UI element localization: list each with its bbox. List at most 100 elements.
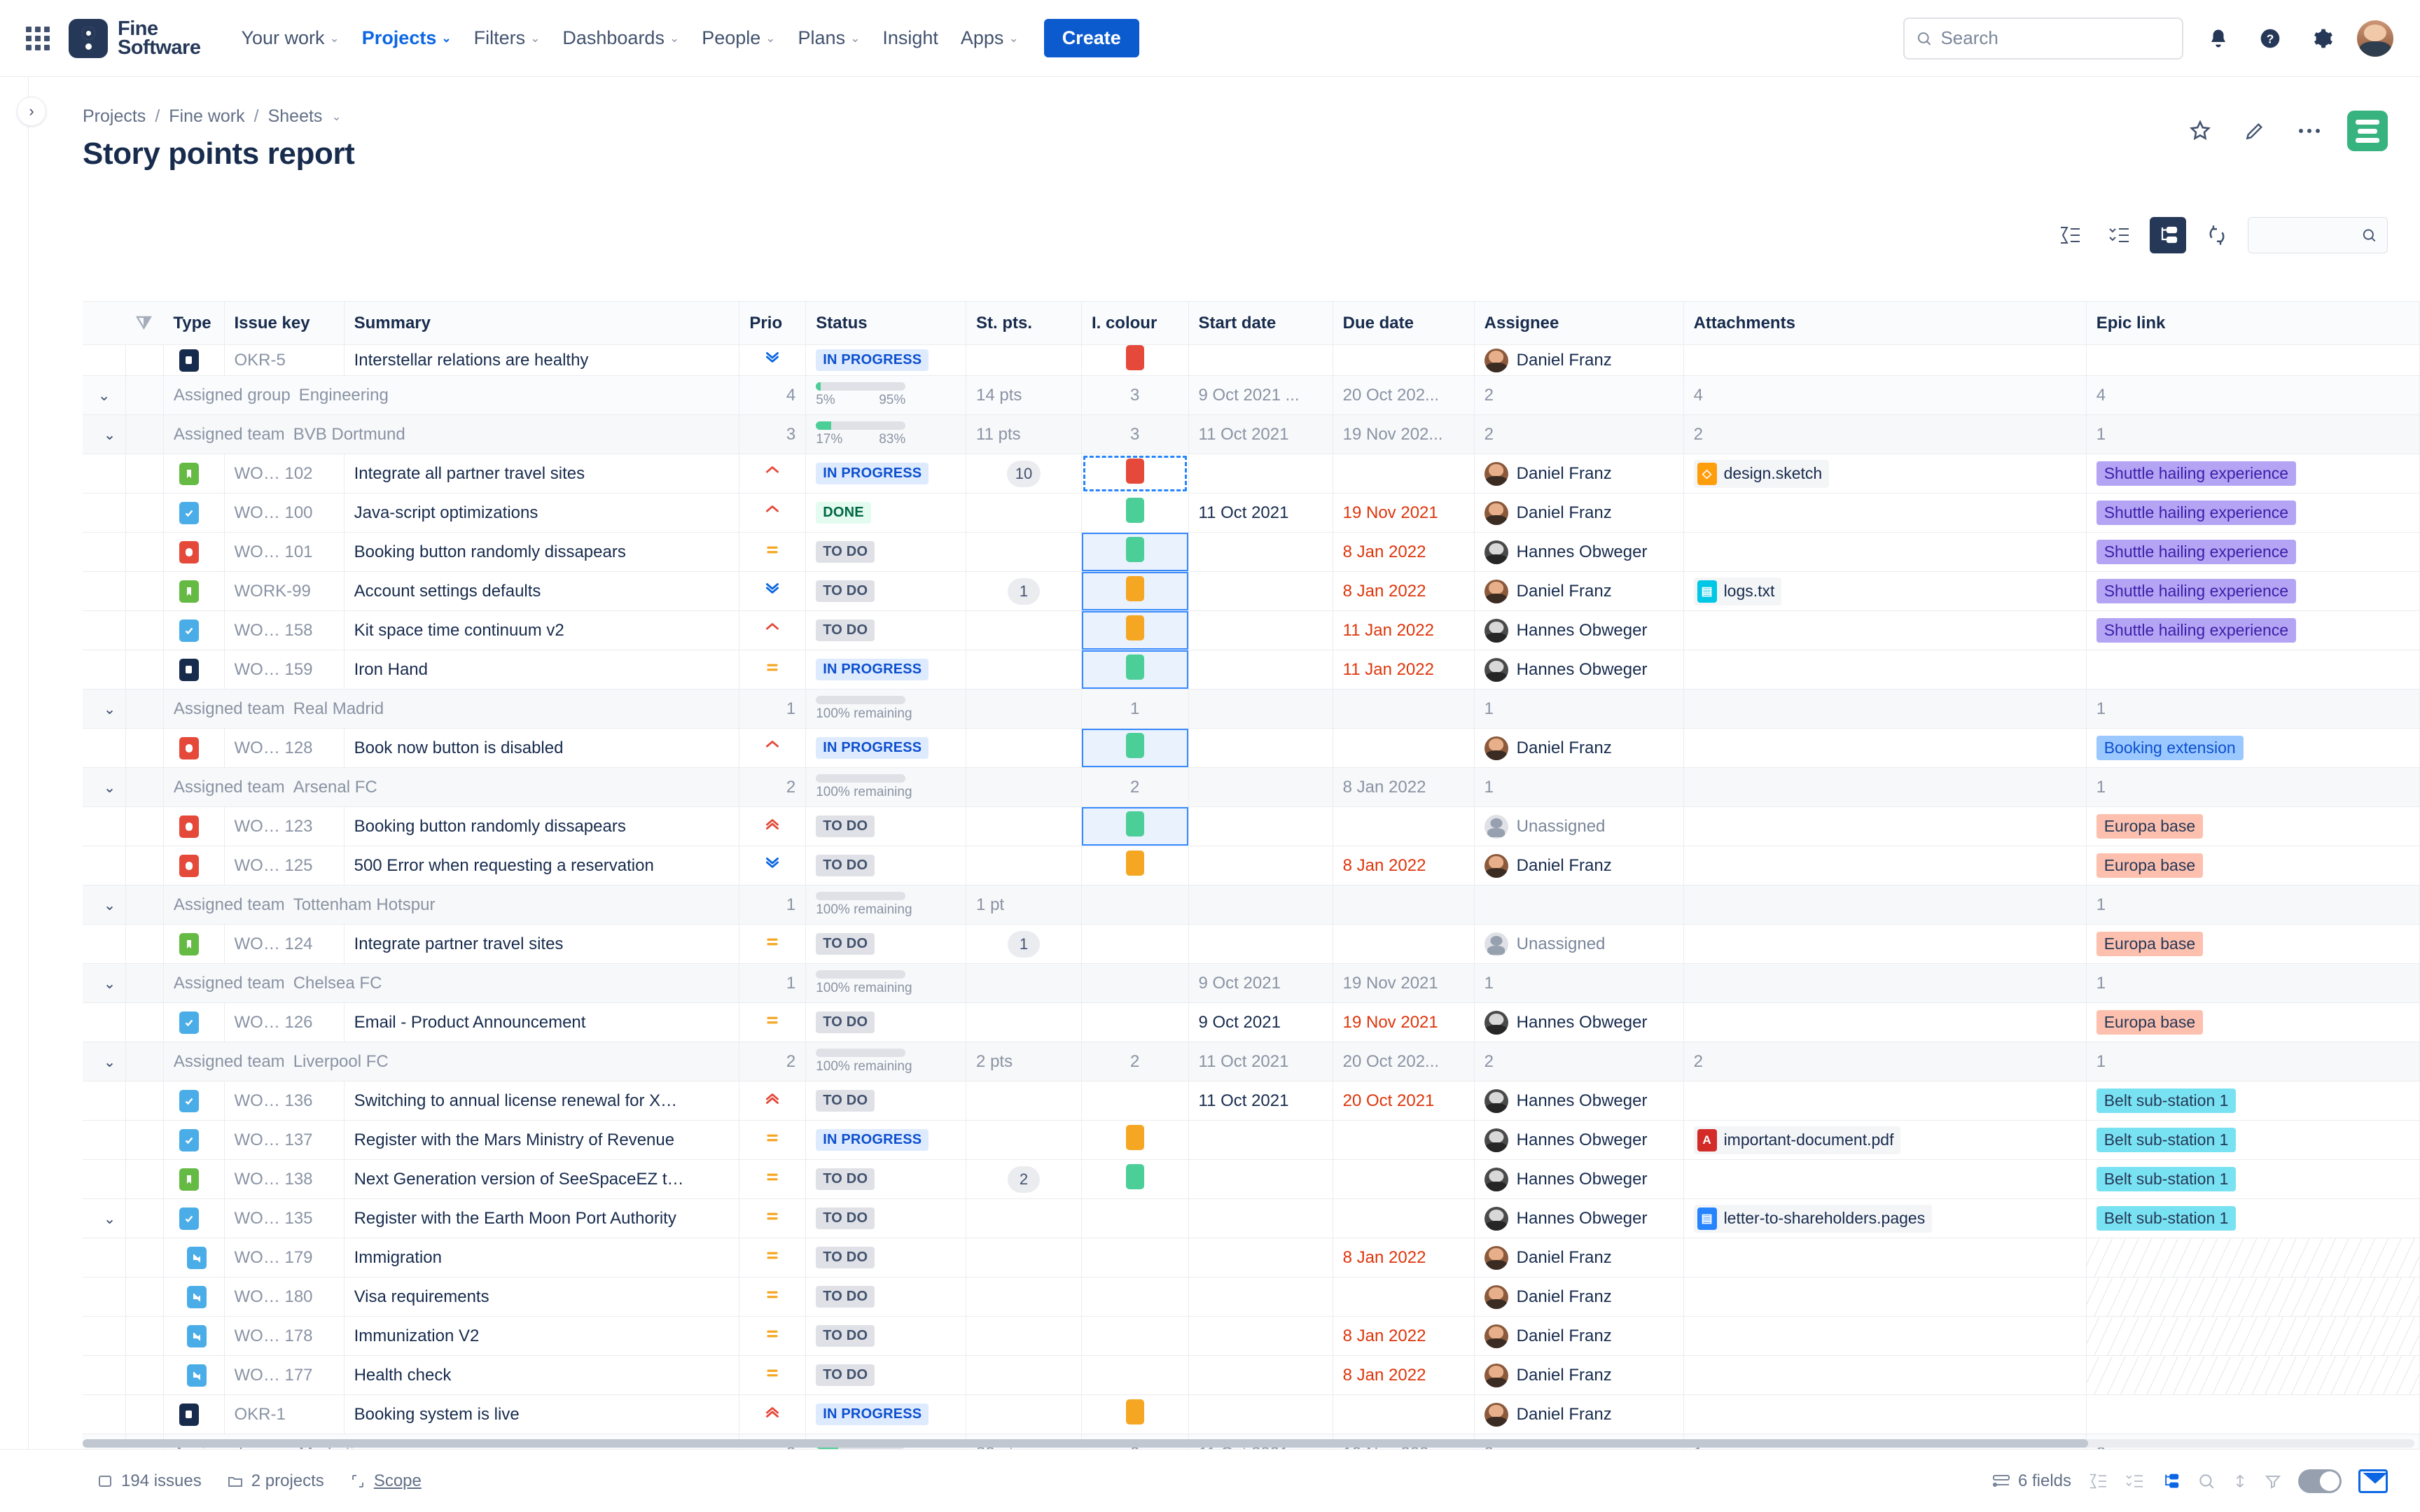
issue-assignee-cell[interactable]: Daniel Franz xyxy=(1474,571,1684,611)
header-colour[interactable]: I. colour xyxy=(1081,301,1189,345)
issue-key-cell[interactable]: WO… 102 xyxy=(224,454,345,493)
header-epic[interactable]: Epic link xyxy=(2086,301,2420,345)
group-row[interactable]: ⌄ Assigned team BVB Dortmund 3 17% 83% 11 pts 3… xyxy=(83,414,2420,454)
issue-colour-cell[interactable] xyxy=(1081,454,1189,493)
issue-summary-cell[interactable]: Switching to annual license renewal for … xyxy=(344,1081,740,1121)
issue-summary-cell[interactable]: Immunization V2 xyxy=(344,1316,740,1356)
header-status[interactable]: Status xyxy=(805,301,967,345)
issue-status-cell[interactable]: TO DO xyxy=(805,1081,967,1121)
table-row[interactable]: WO… 179 Immigration TO DO 8 Jan 2022 Daniel … xyxy=(83,1238,2420,1278)
scope-link[interactable]: Scope xyxy=(349,1471,422,1491)
attachment-chip[interactable]: Aimportant-document.pdf xyxy=(1693,1126,1901,1154)
issue-epic-cell[interactable]: Belt sub-station 1 xyxy=(2086,1120,2420,1160)
epic-link-lozenge[interactable]: Shuttle hailing experience xyxy=(2096,540,2297,564)
issue-summary-cell[interactable]: Book now button is disabled xyxy=(344,728,740,768)
issue-key-cell[interactable]: WO… 125 xyxy=(224,846,345,886)
issue-summary-cell[interactable]: Immigration xyxy=(344,1238,740,1278)
issue-summary-cell[interactable]: Booking button randomly dissapears xyxy=(344,532,740,572)
breadcrumb-item-2[interactable]: Sheets xyxy=(268,106,323,127)
issue-colour-cell[interactable] xyxy=(1081,610,1189,650)
group-row[interactable]: ⌄ Assigned team Liverpool FC 2 100% remainin… xyxy=(83,1042,2420,1082)
issue-assignee-cell[interactable]: Daniel Franz xyxy=(1474,728,1684,768)
issue-summary-cell[interactable]: Integrate partner travel sites xyxy=(344,924,740,964)
table-row[interactable]: WORK-99 Account settings defaults TO DO 1 8 … xyxy=(83,571,2420,611)
table-row[interactable]: WO… 137 Register with the Mars Ministry o… xyxy=(83,1120,2420,1160)
table-row[interactable]: WO… 159 Iron Hand IN PROGRESS 11 Jan 2022 Ha… xyxy=(83,650,2420,690)
chevron-down-icon[interactable]: ⌄ xyxy=(331,110,341,124)
issue-key-cell[interactable]: WO… 101 xyxy=(224,532,345,572)
group-row[interactable]: ⌄ Assigned group Engineering 4 5% 95% 14 pts 3 9… xyxy=(83,375,2420,415)
issue-colour-cell[interactable] xyxy=(1081,924,1189,964)
issue-epic-cell[interactable]: Europa base xyxy=(2086,924,2420,964)
issue-status-cell[interactable]: TO DO xyxy=(805,1355,967,1395)
issue-epic-cell[interactable]: Shuttle hailing experience xyxy=(2086,454,2420,493)
nav-item-people[interactable]: People ⌄ xyxy=(690,20,786,56)
nav-item-your-work[interactable]: Your work ⌄ xyxy=(230,20,350,56)
issue-colour-cell[interactable] xyxy=(1081,1159,1189,1199)
brand-logo[interactable]: Fine Software xyxy=(69,18,201,58)
issue-summary-cell[interactable]: Iron Hand xyxy=(344,650,740,690)
collapse-rows-icon[interactable] xyxy=(2101,217,2137,253)
epic-link-lozenge[interactable]: Belt sub-station 1 xyxy=(2096,1128,2237,1152)
nav-item-apps[interactable]: Apps ⌄ xyxy=(950,20,1030,56)
table-row[interactable]: WO… 180 Visa requirements TO DO Daniel Fran… xyxy=(83,1277,2420,1317)
issue-attachments-cell[interactable] xyxy=(1683,1238,2087,1278)
issue-attachments-cell[interactable] xyxy=(1683,1277,2087,1317)
nav-item-projects[interactable]: Projects ⌄ xyxy=(351,20,463,56)
group-expand-toggle[interactable]: ⌄ xyxy=(83,375,127,415)
header-start[interactable]: Start date xyxy=(1188,301,1333,345)
star-icon[interactable] xyxy=(2183,114,2217,148)
header-prio[interactable]: Prio xyxy=(739,301,807,345)
issue-colour-cell[interactable] xyxy=(1081,728,1189,768)
issue-key-cell[interactable]: WO… 179 xyxy=(224,1238,345,1278)
project-count[interactable]: 2 projects xyxy=(227,1471,324,1491)
epic-link-lozenge[interactable]: Shuttle hailing experience xyxy=(2096,500,2297,525)
table-row[interactable]: OKR-5 Interstellar relations are healthy I… xyxy=(83,344,2420,376)
issue-attachments-cell[interactable]: ▤ letter-to-shareholders.pages xyxy=(1683,1198,2087,1238)
issue-epic-cell[interactable]: Europa base xyxy=(2086,806,2420,846)
issue-key-cell[interactable]: WORK-99 xyxy=(224,571,345,611)
issue-assignee-cell[interactable]: Daniel Franz xyxy=(1474,1316,1684,1356)
issue-attachments-cell[interactable] xyxy=(1683,344,2087,376)
issue-assignee-cell[interactable]: Daniel Franz xyxy=(1474,344,1684,376)
hierarchy-icon[interactable] xyxy=(2161,1473,2181,1490)
issue-epic-cell[interactable] xyxy=(2086,1355,2420,1395)
epic-link-lozenge[interactable]: Europa base xyxy=(2096,814,2204,839)
issue-key-cell[interactable]: WO… 158 xyxy=(224,610,345,650)
issue-colour-cell[interactable] xyxy=(1081,650,1189,690)
sum-icon[interactable] xyxy=(2088,1473,2108,1490)
issue-assignee-cell[interactable]: Hannes Obweger xyxy=(1474,610,1684,650)
group-expand-toggle[interactable]: ⌄ xyxy=(83,963,127,1003)
issue-epic-cell[interactable] xyxy=(2086,1277,2420,1317)
hierarchy-view-icon[interactable] xyxy=(2150,217,2186,253)
header-summary[interactable]: Summary xyxy=(344,301,740,345)
search-icon[interactable] xyxy=(2197,1472,2216,1490)
header-due[interactable]: Due date xyxy=(1333,301,1475,345)
issue-status-cell[interactable]: TO DO xyxy=(805,924,967,964)
issue-epic-cell[interactable]: Belt sub-station 1 xyxy=(2086,1198,2420,1238)
expand-sidebar-button[interactable]: › xyxy=(17,97,46,126)
issue-status-cell[interactable]: IN PROGRESS xyxy=(805,1394,967,1434)
issue-epic-cell[interactable]: Booking extension xyxy=(2086,728,2420,768)
table-row[interactable]: OKR-1 Booking system is live IN PROGRESS Da… xyxy=(83,1394,2420,1434)
table-row[interactable]: WO… 126 Email - Product Announcement TO DO… xyxy=(83,1002,2420,1042)
issue-status-cell[interactable]: TO DO xyxy=(805,610,967,650)
group-expand-toggle[interactable]: ⌄ xyxy=(83,767,127,807)
issue-summary-cell[interactable]: Visa requirements xyxy=(344,1277,740,1317)
issue-key-cell[interactable]: WO… 100 xyxy=(224,493,345,533)
issue-assignee-cell[interactable]: Hannes Obweger xyxy=(1474,1081,1684,1121)
issue-status-cell[interactable]: TO DO xyxy=(805,1316,967,1356)
fields-count[interactable]: 6 fields xyxy=(1992,1471,2071,1491)
more-actions-icon[interactable] xyxy=(2293,114,2326,148)
issue-epic-cell[interactable] xyxy=(2086,1394,2420,1434)
issue-colour-cell[interactable] xyxy=(1081,846,1189,886)
issue-status-cell[interactable]: TO DO xyxy=(805,1159,967,1199)
table-row[interactable]: WO… 138 Next Generation version of SeeSpa… xyxy=(83,1159,2420,1199)
header-filter[interactable]: ⧩ xyxy=(125,301,164,345)
epic-link-lozenge[interactable]: Booking extension xyxy=(2096,736,2244,760)
issue-epic-cell[interactable]: Europa base xyxy=(2086,846,2420,886)
issue-status-cell[interactable]: IN PROGRESS xyxy=(805,454,967,493)
issue-epic-cell[interactable]: Shuttle hailing experience xyxy=(2086,610,2420,650)
attachment-chip[interactable]: ▤ letter-to-shareholders.pages xyxy=(1693,1204,1933,1233)
issue-key-cell[interactable]: WO… 136 xyxy=(224,1081,345,1121)
